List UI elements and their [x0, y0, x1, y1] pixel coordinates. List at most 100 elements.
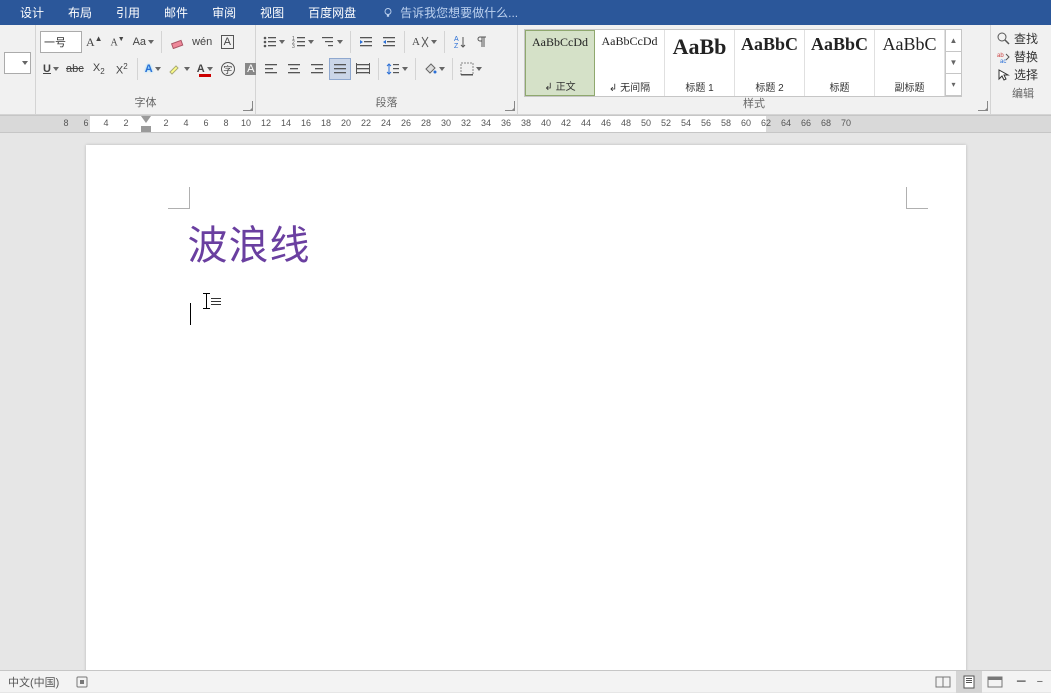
asian-layout-button[interactable]: A [409, 31, 440, 53]
margin-corner-top-left [168, 187, 190, 209]
highlight-color-button[interactable] [165, 58, 193, 80]
ruler-tick: 32 [461, 118, 471, 128]
change-case-button[interactable]: Aa [130, 31, 157, 53]
read-mode-icon [935, 676, 951, 688]
ruler-tick: 6 [203, 118, 208, 128]
menu-baidunetdisk[interactable]: 百度网盘 [296, 0, 368, 25]
svg-text:ac: ac [1000, 59, 1006, 63]
show-marks-button[interactable] [472, 31, 494, 53]
font-size-combo[interactable]: 一号 [40, 31, 82, 53]
subscript-button[interactable]: X2 [88, 58, 110, 80]
align-center-button[interactable] [283, 58, 305, 80]
zoom-out-button[interactable]: − [1016, 671, 1027, 692]
read-mode-button[interactable] [930, 671, 956, 693]
print-layout-button[interactable] [956, 671, 982, 693]
superscript-button[interactable]: X2 [111, 58, 133, 80]
menu-review[interactable]: 审阅 [200, 0, 248, 25]
decrease-indent-button[interactable] [355, 31, 377, 53]
ruler-tick: 66 [801, 118, 811, 128]
paragraph-dialog-launcher[interactable] [505, 101, 515, 111]
enclose-characters-button[interactable]: 字 [217, 58, 239, 80]
grow-font-button[interactable]: A▲ [83, 31, 106, 53]
justify-icon [333, 63, 347, 75]
styles-gallery[interactable]: AaBbCcDd↲ 正文AaBbCcDd↲ 无间隔AaBb标题 1AaBbC标题… [524, 29, 962, 97]
shading-button[interactable] [420, 58, 448, 80]
text-caret [190, 303, 191, 325]
tellme-placeholder: 告诉我您想要做什么... [400, 4, 518, 21]
ruler-tick: 56 [701, 118, 711, 128]
ruler-tick: 4 [103, 118, 108, 128]
document-workspace[interactable]: 波浪线 [0, 133, 1051, 670]
phonetic-guide-button[interactable]: wén [189, 31, 215, 53]
macro-recording-button[interactable] [69, 671, 95, 693]
style-preview: AaBbC [883, 34, 937, 55]
underline-button[interactable]: U [40, 58, 62, 80]
styles-group-label: 样式 [743, 98, 765, 110]
ruler-tick: 44 [581, 118, 591, 128]
ruler-tick: 70 [841, 118, 851, 128]
tellme-search[interactable]: 告诉我您想要做什么... [382, 4, 518, 21]
document-body[interactable]: 波浪线 [188, 213, 906, 329]
numbering-button[interactable]: 123 [289, 31, 317, 53]
ruler-tick: 18 [321, 118, 331, 128]
ruler-tick: 46 [601, 118, 611, 128]
ruler-tick: 2 [163, 118, 168, 128]
horizontal-ruler[interactable]: 8642246810121416182022242628303234363840… [0, 115, 1051, 133]
style-card-5[interactable]: AaBbC副标题 [875, 30, 945, 96]
style-card-0[interactable]: AaBbCcDd↲ 正文 [525, 30, 595, 96]
menu-mailings[interactable]: 邮件 [152, 0, 200, 25]
paragraph-group-label: 段落 [376, 97, 398, 109]
clear-formatting-button[interactable] [166, 31, 188, 53]
font-dialog-launcher[interactable] [243, 101, 253, 111]
ruler-tick: 64 [781, 118, 791, 128]
menu-design[interactable]: 设计 [8, 0, 56, 25]
ruler-tick: 62 [761, 118, 771, 128]
justify-button[interactable] [329, 58, 351, 80]
align-right-button[interactable] [306, 58, 328, 80]
style-card-1[interactable]: AaBbCcDd↲ 无间隔 [595, 30, 665, 96]
ruler-tick: 48 [621, 118, 631, 128]
increase-indent-button[interactable] [378, 31, 400, 53]
ruler-tick: 52 [661, 118, 671, 128]
status-language[interactable]: 中文(中国) [8, 674, 59, 690]
gallery-scroll-more[interactable]: ▾ [945, 74, 961, 96]
paint-bucket-icon [423, 62, 437, 76]
menu-references[interactable]: 引用 [104, 0, 152, 25]
sort-button[interactable]: AZ [449, 31, 471, 53]
gallery-scroll-up[interactable]: ▲ [945, 30, 961, 52]
style-preview: AaBbC [811, 34, 868, 55]
status-bar: 中文(中国) − − [0, 670, 1051, 692]
style-card-4[interactable]: AaBbC标题 [805, 30, 875, 96]
document-title-text[interactable]: 波浪线 [188, 213, 906, 271]
ruler-tick: 24 [381, 118, 391, 128]
align-left-button[interactable] [260, 58, 282, 80]
pointer-icon [997, 68, 1010, 81]
style-card-2[interactable]: AaBb标题 1 [665, 30, 735, 96]
web-layout-button[interactable] [982, 671, 1008, 693]
menubar: 设计 布局 引用 邮件 审阅 视图 百度网盘 告诉我您想要做什么... [0, 0, 1051, 25]
text-effects-button[interactable]: A [142, 58, 164, 80]
search-icon [997, 32, 1010, 45]
distributed-button[interactable] [352, 58, 374, 80]
ruler-tick: 42 [561, 118, 571, 128]
multilevel-list-button[interactable] [318, 31, 346, 53]
menu-view[interactable]: 视图 [248, 0, 296, 25]
select-button[interactable]: 选择 [997, 65, 1049, 83]
character-border-button[interactable]: A [216, 31, 238, 53]
pilcrow-icon [477, 35, 489, 49]
replace-button[interactable]: abac 替换 [997, 47, 1049, 65]
styles-dialog-launcher[interactable] [978, 101, 988, 111]
font-color-button[interactable]: A [194, 58, 216, 80]
gallery-scroll-down[interactable]: ▼ [945, 52, 961, 74]
style-card-3[interactable]: AaBbC标题 2 [735, 30, 805, 96]
print-layout-icon [962, 675, 976, 689]
strikethrough-button[interactable]: abc [63, 58, 87, 80]
shrink-font-button[interactable]: A▼ [107, 31, 129, 53]
line-spacing-button[interactable] [383, 58, 411, 80]
font-name-combo[interactable] [4, 52, 31, 74]
borders-button[interactable] [457, 58, 485, 80]
find-button[interactable]: 查找 [997, 29, 1049, 47]
ruler-tick: 14 [281, 118, 291, 128]
menu-layout[interactable]: 布局 [56, 0, 104, 25]
bullets-button[interactable] [260, 31, 288, 53]
